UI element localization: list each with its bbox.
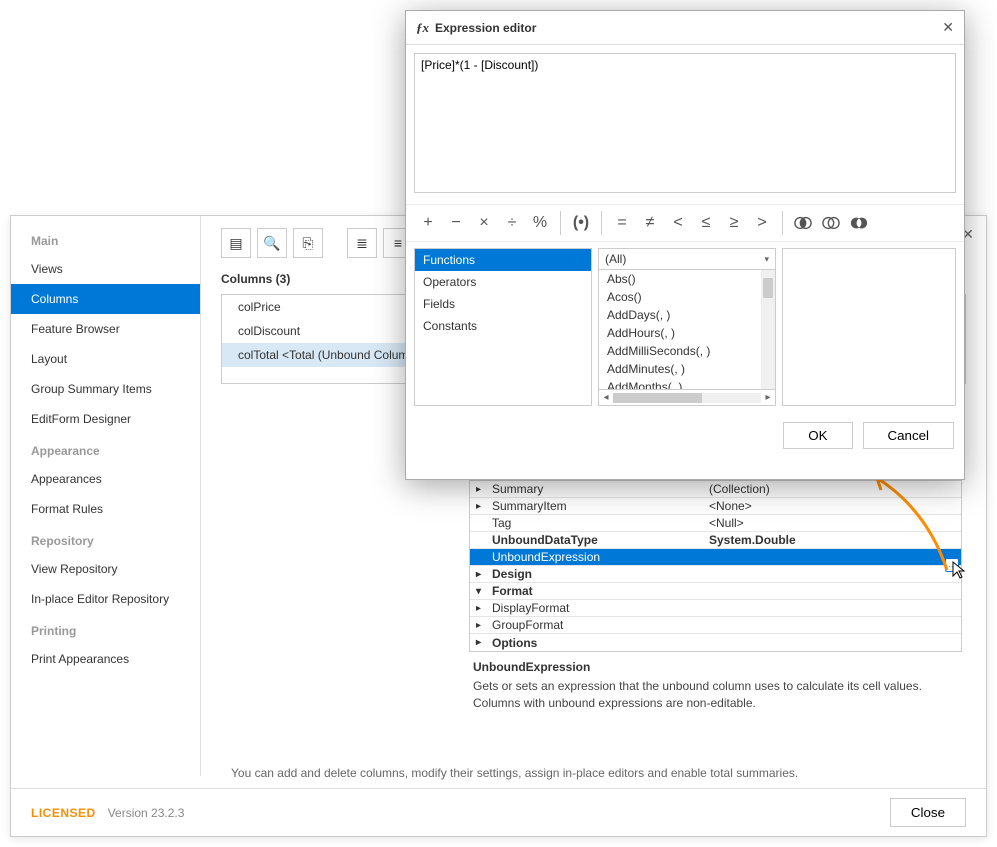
function-item[interactable]: Abs() <box>599 270 775 288</box>
less-icon[interactable]: < <box>666 211 690 235</box>
minus-icon[interactable]: − <box>444 211 468 235</box>
and-icon[interactable] <box>791 211 815 235</box>
operator-toolbar: + − × ÷ % (•) = ≠ < ≤ ≥ > <box>406 204 964 242</box>
export-icon[interactable]: ⎘ <box>293 228 323 258</box>
chevron-down-icon: ▾ <box>764 254 769 265</box>
scroll-left-icon[interactable]: ◂ <box>599 392 613 403</box>
separator <box>560 211 561 235</box>
close-button[interactable]: Close <box>890 798 966 827</box>
ellipsis-button[interactable]: … <box>945 558 959 572</box>
divide-icon[interactable]: ÷ <box>500 211 524 235</box>
close-icon[interactable]: ✕ <box>942 19 954 36</box>
ok-button[interactable]: OK <box>783 422 852 449</box>
function-item[interactable]: AddMonths(, ) <box>599 378 775 389</box>
function-item[interactable]: AddDays(, ) <box>599 306 775 324</box>
expand-icon[interactable]: ▸ <box>476 484 481 495</box>
sidebar-item-layout[interactable]: Layout <box>11 344 200 374</box>
greater-equal-icon[interactable]: ≥ <box>722 211 746 235</box>
sidebar-item-editform[interactable]: EditForm Designer <box>11 404 200 434</box>
prop-group-options[interactable]: ▸Options <box>470 634 961 651</box>
not-equals-icon[interactable]: ≠ <box>638 211 662 235</box>
prop-row-unbound-type[interactable]: UnboundDataType System.Double <box>470 532 961 549</box>
cancel-button[interactable]: Cancel <box>863 422 955 449</box>
license-badge: LICENSED <box>31 806 96 820</box>
category-functions[interactable]: Functions <box>415 249 591 271</box>
function-item[interactable]: AddHours(, ) <box>599 324 775 342</box>
fx-icon: ƒx <box>416 20 429 36</box>
prop-row-tag[interactable]: Tag <Null> <box>470 515 961 532</box>
not-icon[interactable] <box>847 211 871 235</box>
sidebar-item-view-repo[interactable]: View Repository <box>11 554 200 584</box>
sidebar-item-appearances[interactable]: Appearances <box>11 464 200 494</box>
collapse-icon[interactable]: ▾ <box>476 586 481 597</box>
sidebar-item-feature-browser[interactable]: Feature Browser <box>11 314 200 344</box>
property-description: UnboundExpression Gets or sets an expres… <box>469 652 962 716</box>
expand-icon[interactable]: ▸ <box>476 501 481 512</box>
function-list: (All)▾ Abs() Acos() AddDays(, ) AddHours… <box>598 248 776 406</box>
sidebar-item-views[interactable]: Views <box>11 254 200 284</box>
vertical-scrollbar[interactable] <box>761 270 775 389</box>
prop-group-format[interactable]: ▾Format <box>470 583 961 600</box>
add-column-icon[interactable]: ≣ <box>347 228 377 258</box>
horizontal-scrollbar[interactable]: ◂ ▸ <box>599 389 775 405</box>
separator <box>782 211 783 235</box>
category-constants[interactable]: Constants <box>415 315 591 337</box>
prop-row-group-format[interactable]: ▸GroupFormat <box>470 617 961 634</box>
prop-row-display-format[interactable]: ▸DisplayFormat <box>470 600 961 617</box>
percent-icon[interactable]: % <box>528 211 552 235</box>
prop-row-summary[interactable]: ▸Summary (Collection) <box>470 481 961 498</box>
less-equal-icon[interactable]: ≤ <box>694 211 718 235</box>
sidebar: Main Views Columns Feature Browser Layou… <box>11 216 201 776</box>
prop-row-unbound-expr[interactable]: UnboundExpression … <box>470 549 961 566</box>
sidebar-heading-printing: Printing <box>11 614 200 644</box>
sidebar-heading-appearance: Appearance <box>11 434 200 464</box>
sidebar-item-group-summary[interactable]: Group Summary Items <box>11 374 200 404</box>
greater-icon[interactable]: > <box>750 211 774 235</box>
category-operators[interactable]: Operators <box>415 271 591 293</box>
expand-icon[interactable]: ▸ <box>476 620 481 631</box>
sidebar-heading-main: Main <box>11 224 200 254</box>
function-item[interactable]: AddMilliSeconds(, ) <box>599 342 775 360</box>
function-description <box>782 248 956 406</box>
function-item[interactable]: Acos() <box>599 288 775 306</box>
sidebar-item-columns[interactable]: Columns <box>11 284 200 314</box>
dialog-titlebar: ƒx Expression editor ✕ <box>406 11 964 45</box>
expand-icon[interactable]: ▸ <box>476 603 481 614</box>
sidebar-item-inplace-repo[interactable]: In-place Editor Repository <box>11 584 200 614</box>
or-icon[interactable] <box>819 211 843 235</box>
separator <box>601 211 602 235</box>
equals-icon[interactable]: = <box>610 211 634 235</box>
dialog-title: Expression editor <box>435 21 536 35</box>
version-label: Version 23.2.3 <box>108 806 185 820</box>
sidebar-item-print-appearances[interactable]: Print Appearances <box>11 644 200 674</box>
plus-icon[interactable]: + <box>416 211 440 235</box>
multiply-icon[interactable]: × <box>472 211 496 235</box>
expand-icon[interactable]: ▸ <box>476 637 481 648</box>
expression-editor-dialog: ƒx Expression editor ✕ + − × ÷ % (•) = ≠… <box>405 10 965 480</box>
footer: LICENSED Version 23.2.3 Close <box>11 788 986 836</box>
search-icon[interactable]: 🔍 <box>257 228 287 258</box>
prop-desc-text: Gets or sets an expression that the unbo… <box>473 678 958 712</box>
categorize-icon[interactable]: ▤ <box>221 228 251 258</box>
expand-icon[interactable]: ▸ <box>476 569 481 580</box>
expression-input[interactable] <box>414 53 956 193</box>
category-fields[interactable]: Fields <box>415 293 591 315</box>
function-filter-dropdown[interactable]: (All)▾ <box>599 249 775 270</box>
category-list: Functions Operators Fields Constants <box>414 248 592 406</box>
property-grid: ▸Summary (Collection) ▸SummaryItem <None… <box>469 480 962 716</box>
scroll-right-icon[interactable]: ▸ <box>761 392 775 403</box>
sidebar-item-format-rules[interactable]: Format Rules <box>11 494 200 524</box>
group-icon[interactable]: (•) <box>569 211 593 235</box>
sidebar-heading-repository: Repository <box>11 524 200 554</box>
prop-group-design[interactable]: ▸Design <box>470 566 961 583</box>
function-item[interactable]: AddMinutes(, ) <box>599 360 775 378</box>
prop-row-summary-item[interactable]: ▸SummaryItem <None> <box>470 498 961 515</box>
prop-desc-title: UnboundExpression <box>473 660 958 674</box>
hint-text: You can add and delete columns, modify t… <box>231 766 798 780</box>
